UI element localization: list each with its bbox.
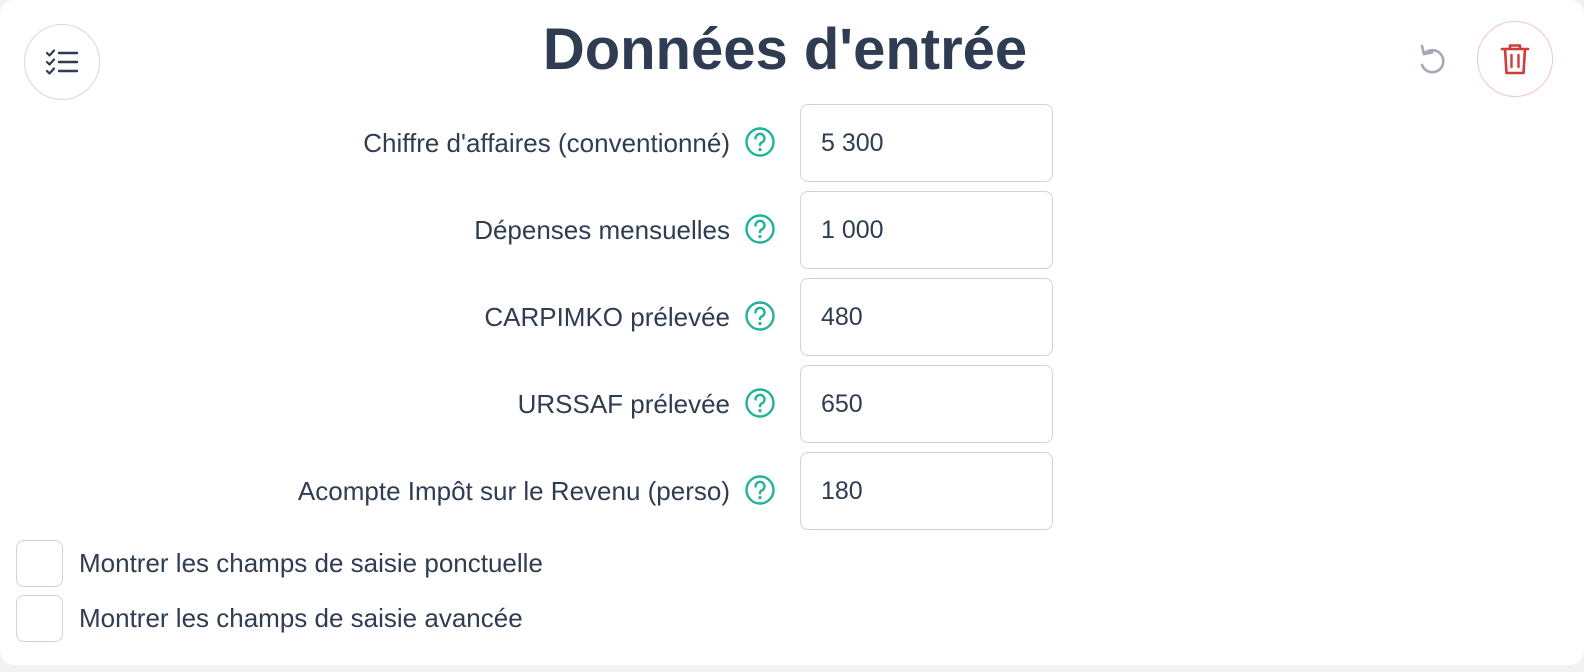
field-label: Dépenses mensuelles bbox=[474, 215, 730, 245]
help-icon[interactable] bbox=[744, 387, 776, 419]
input-data-card: Données d'entrée Chiffre d'affaires (con… bbox=[0, 0, 1584, 665]
field-label: URSSAF prélevée bbox=[517, 389, 730, 419]
revenue-input[interactable] bbox=[800, 104, 1053, 182]
help-icon[interactable] bbox=[744, 126, 776, 158]
field-label: Chiffre d'affaires (conventionné) bbox=[363, 128, 730, 158]
field-row-income-tax: Acompte Impôt sur le Revenu (perso) bbox=[0, 452, 1060, 530]
expenses-input[interactable] bbox=[800, 191, 1053, 269]
show-punctual-fields-checkbox[interactable] bbox=[16, 539, 63, 587]
reset-button[interactable] bbox=[1411, 40, 1451, 80]
undo-icon bbox=[1420, 44, 1445, 74]
field-label: CARPIMKO prélevée bbox=[484, 302, 730, 332]
show-punctual-fields-toggle[interactable]: Montrer les champs de saisie ponctuelle bbox=[16, 539, 716, 587]
field-label: Acompte Impôt sur le Revenu (perso) bbox=[297, 476, 730, 506]
checkbox-label: Montrer les champs de saisie avancée bbox=[79, 602, 523, 633]
help-icon[interactable] bbox=[744, 213, 776, 245]
carpimko-input[interactable] bbox=[800, 278, 1053, 356]
help-icon[interactable] bbox=[744, 474, 776, 506]
field-row-urssaf: URSSAF prélevée bbox=[0, 365, 1060, 443]
show-advanced-fields-toggle[interactable]: Montrer les champs de saisie avancée bbox=[16, 594, 716, 642]
income-tax-input[interactable] bbox=[800, 452, 1053, 530]
help-icon[interactable] bbox=[744, 300, 776, 332]
checkbox-label: Montrer les champs de saisie ponctuelle bbox=[79, 547, 543, 578]
urssaf-input[interactable] bbox=[800, 365, 1053, 443]
field-row-carpimko: CARPIMKO prélevée bbox=[0, 278, 1060, 356]
delete-button[interactable] bbox=[1477, 21, 1553, 97]
show-advanced-fields-checkbox[interactable] bbox=[16, 594, 63, 642]
trash-icon bbox=[1500, 44, 1530, 75]
field-row-expenses: Dépenses mensuelles bbox=[0, 191, 1060, 269]
field-row-revenue: Chiffre d'affaires (conventionné) bbox=[0, 104, 1060, 182]
page-title: Données d'entrée bbox=[542, 17, 1028, 82]
